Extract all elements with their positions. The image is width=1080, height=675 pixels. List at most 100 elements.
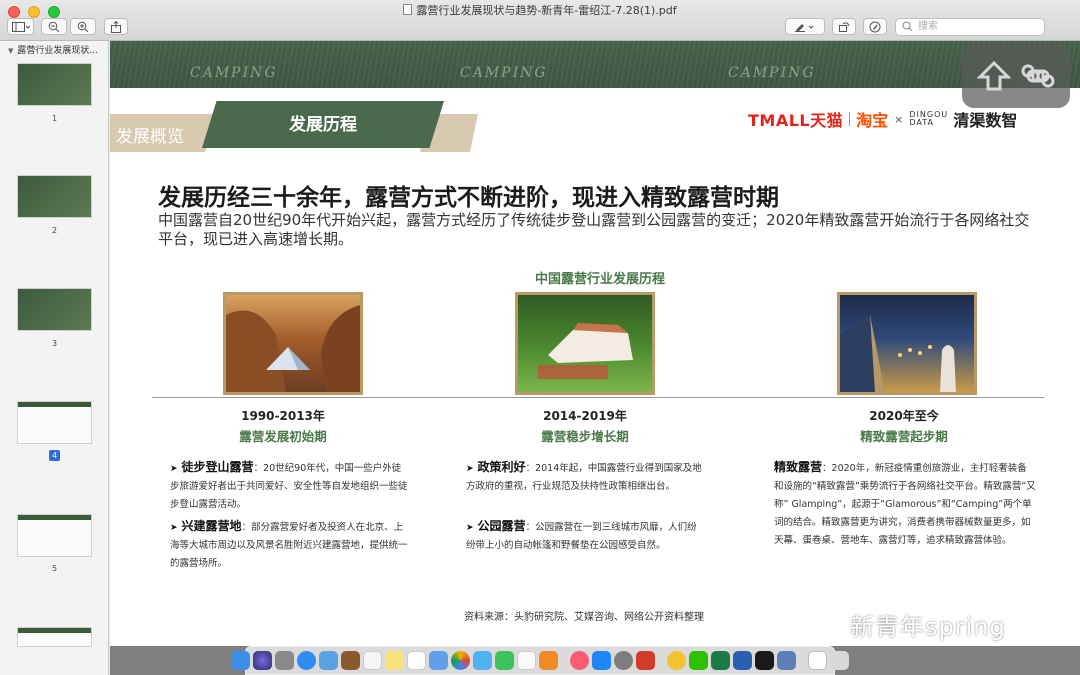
preview-icon[interactable] [777,651,796,670]
pdf-viewer-window: 露营行业发展现状与趋势-新青年-雷绍江-7.28(1).pdf 搜索 ▼ 露营行… [0,0,1080,675]
pdf-page: CAMPING CAMPING CAMPING 发展概览 发展历程 TMALL天… [110,41,1080,646]
page-thumbnail-3[interactable] [17,288,92,331]
trash-icon[interactable] [830,651,849,670]
mail-icon[interactable] [319,651,338,670]
notes-brown-icon[interactable] [341,651,360,670]
markup-button[interactable] [785,18,825,35]
annotate-button[interactable] [863,18,887,35]
dingou-data-logo: DINGOU DATA [909,110,949,127]
safari-icon[interactable] [297,651,316,670]
zoom-in-button[interactable] [70,18,96,35]
sidebar-icon [11,21,30,32]
thumbnail-band [18,628,91,633]
dock [231,646,849,675]
command-key-icon [1021,63,1055,88]
camping-banner: CAMPING CAMPING CAMPING [110,41,1080,88]
zoom-out-button[interactable] [41,18,67,35]
contacts-icon[interactable] [517,651,536,670]
bullet-term: 兴建露营地 [181,519,242,533]
numbers-icon[interactable] [539,651,558,670]
calendar-icon[interactable] [363,651,382,670]
launchpad-icon[interactable] [275,651,294,670]
word-icon[interactable] [733,651,752,670]
messages-icon[interactable] [473,651,492,670]
section-label: 发展概览 [116,127,184,147]
zoom-in-icon [77,21,89,32]
rotate-button[interactable] [832,18,856,35]
picnic-tent-image [538,323,633,379]
thumbnail-sidebar: ▼ 露营行业发展现状... 1 2 3 4 5 [0,41,109,675]
photos-icon[interactable] [451,651,470,670]
search-input[interactable]: 搜索 [895,18,1045,36]
app-store-icon[interactable] [592,651,611,670]
rotate-icon [839,21,850,32]
banner-word: CAMPING [460,65,548,81]
era-phase: 精致露营起步期 [860,429,948,444]
bullet-term: 政策利好 [477,460,526,474]
office-icon[interactable] [636,651,655,670]
bullet-text: 2020年，新冠疫情重创旅游业，主打轻奢装备和设施的“精致露营”乘势流行于各网络… [774,463,1036,546]
source-note: 资料来源：头豹研究院、艾媒咨询、网络公开资料整理 [464,612,704,623]
bullet-item: ➤ 兴建露营地：部分露营爱好者及投资人在北京、上海等大城市周边以及风景名胜附近兴建… [170,519,408,569]
page-thumbnail-1[interactable] [17,63,92,106]
maps-icon[interactable] [429,651,448,670]
zoom-out-icon [48,21,60,32]
glamping-night-image [840,315,956,392]
excel-icon[interactable] [711,651,730,670]
logo-divider [849,112,851,126]
facetime-icon[interactable] [495,651,514,670]
system-preferences-icon[interactable] [614,651,633,670]
timeline-axis [152,397,1044,398]
era-1990-2013: 1990-2013年 露营发展初始期 [163,407,403,445]
thumbnail-band [18,515,91,520]
pen-icon [795,23,814,32]
shift-key-icon [977,60,1011,90]
tab-title: 发展历程 [289,115,357,135]
share-button[interactable] [104,18,128,35]
page-thumbnail-4[interactable] [17,401,92,444]
era-phase: 露营稳步增长期 [541,429,629,444]
terminal-icon[interactable] [755,651,774,670]
keyboard-shortcut-overlay [962,43,1070,108]
bullet-arrow-icon: ➤ [466,464,474,474]
finder-icon[interactable] [231,651,250,670]
bullet-term: 公园露营 [477,519,526,533]
siri-icon[interactable] [253,651,272,670]
stickies-icon[interactable] [385,651,404,670]
bullet-term: 徒步登山露营 [181,460,254,474]
wechat-icon[interactable] [689,651,708,670]
sidebar-document-heading[interactable]: ▼ 露营行业发展现状... [0,43,109,59]
slide-intro: 中国露营自20世纪90年代开始兴起，露营方式经历了传统徒步登山露营到公园露营的变… [158,211,1030,248]
window-title: 露营行业发展现状与趋势-新青年-雷绍江-7.28(1).pdf [0,2,1080,18]
timeline-title: 中国露营行业发展历程 [534,272,665,287]
bullet-item: 精致露营：2020年，新冠疫情重创旅游业，主打轻奢装备和设施的“精致露营”乘势流… [774,460,1036,546]
page-number-4-selected: 4 [0,450,109,461]
toolbar: 露营行业发展现状与趋势-新青年-雷绍江-7.28(1).pdf 搜索 [0,0,1080,41]
document-area[interactable]: CAMPING CAMPING CAMPING 发展概览 发展历程 TMALL天… [110,41,1080,675]
era-2020-now: 2020年至今 精致露营起步期 [784,407,1024,445]
downloads-folder-icon[interactable] [808,651,827,670]
page-thumbnail-2[interactable] [17,175,92,218]
bullet-item: ➤ 政策利好：2014年起，中国露营行业得到国家及地方政府的重视，行业规范及扶持性… [466,460,702,492]
logo-times: × [894,112,904,126]
qingqu-logo: 清渠数智 [953,111,1018,130]
pencil-circle-icon [869,21,881,32]
bullet-arrow-icon: ➤ [466,523,474,533]
era-years: 2020年至今 [869,409,939,423]
tent-rocks-image [226,305,360,392]
bullet-arrow-icon: ➤ [170,523,178,533]
page-thumbnail-5[interactable] [17,514,92,557]
page-number-2: 2 [51,226,58,235]
bullet-term: 精致露营 [774,460,823,474]
reminders-icon[interactable] [407,651,426,670]
sidebar-toggle-button[interactable] [7,18,34,35]
park-camping-photo [515,292,655,395]
tmall-logo: TMALL天猫 [748,111,844,130]
page-thumbnail-6[interactable] [17,627,92,647]
taobao-logo: 淘宝 [856,111,889,130]
page-number-3: 3 [51,339,58,348]
chrome-icon[interactable] [667,651,686,670]
page-number-1: 1 [51,114,58,123]
music-icon[interactable] [570,651,589,670]
slide-headline: 发展历经三十余年，露营方式不断进阶，现进入精致露营时期 [158,185,779,211]
